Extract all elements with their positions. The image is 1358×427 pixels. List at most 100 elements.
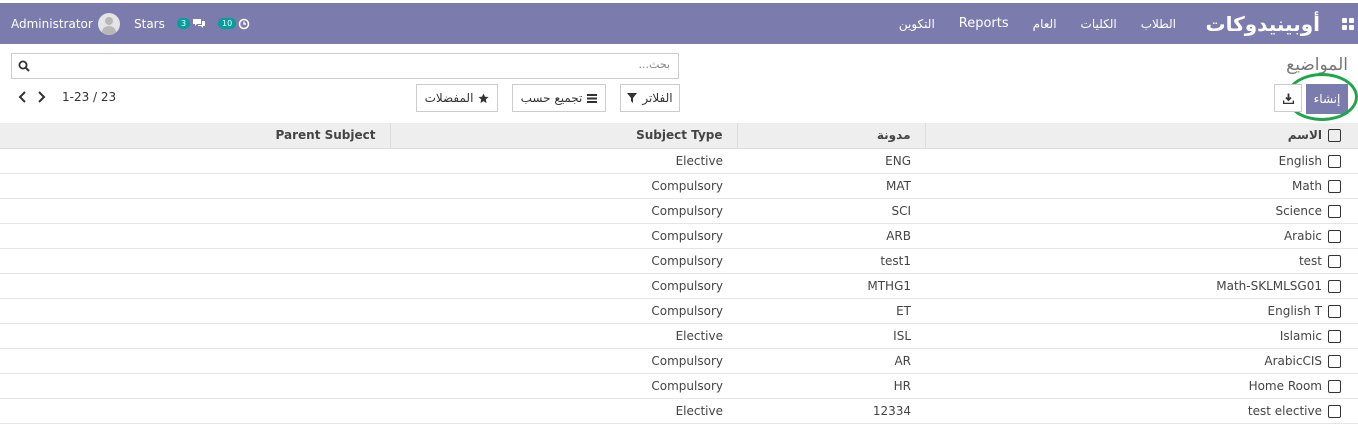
top-navbar: Administrator Stars 3 10 الطلاب الكليات …: [0, 3, 1358, 44]
select-all-checkbox[interactable]: [1328, 129, 1341, 143]
table-row[interactable]: Compulsory HR Home Room: [0, 373, 1358, 399]
row-select-cell[interactable]: [1328, 298, 1358, 324]
row-select-cell[interactable]: [1328, 148, 1358, 174]
messages-count-badge: 3: [177, 18, 191, 29]
row-checkbox[interactable]: [1328, 404, 1341, 418]
cell-code: AR: [737, 348, 925, 374]
filters-label: الفلاتر: [642, 91, 673, 105]
table-row[interactable]: Compulsory test1 test: [0, 248, 1358, 274]
pager-value[interactable]: 1-23 / 23: [62, 90, 116, 104]
group-by-button[interactable]: تجميع حسب: [512, 84, 606, 112]
cell-subject-type: Elective: [390, 398, 737, 424]
cell-code: ET: [737, 298, 925, 324]
row-select-cell[interactable]: [1328, 373, 1358, 399]
cell-name: Arabic: [925, 223, 1328, 249]
row-select-cell[interactable]: [1328, 323, 1358, 349]
row-checkbox[interactable]: [1328, 204, 1341, 218]
cell-parent-subject: [0, 323, 390, 349]
row-select-cell[interactable]: [1328, 348, 1358, 374]
chevron-right-icon[interactable]: [37, 91, 46, 103]
search-input[interactable]: [68, 57, 672, 72]
download-button[interactable]: [1274, 84, 1302, 112]
table-row[interactable]: Compulsory MAT Math: [0, 173, 1358, 199]
header-name[interactable]: الاسم: [924, 123, 1328, 149]
cell-code: SCI: [737, 198, 925, 224]
cell-name: English: [925, 148, 1328, 174]
cell-name: test elective: [925, 398, 1328, 424]
cell-subject-type: Compulsory: [390, 198, 737, 224]
cell-subject-type: Compulsory: [390, 373, 737, 399]
row-checkbox[interactable]: [1328, 154, 1341, 168]
table-row[interactable]: Elective ISL Islamic: [0, 323, 1358, 349]
row-select-cell[interactable]: [1328, 223, 1358, 249]
table-row[interactable]: Compulsory AR ArabicCIS: [0, 348, 1358, 374]
table-row[interactable]: Elective 12334 test elective: [0, 398, 1358, 424]
table-row[interactable]: Elective ENG English: [0, 148, 1358, 174]
row-checkbox[interactable]: [1328, 179, 1341, 193]
cell-parent-subject: [0, 273, 390, 299]
header-parent-subject[interactable]: Parent Subject: [0, 123, 390, 149]
menu-students[interactable]: الطلاب: [1141, 17, 1176, 31]
menu-configuration[interactable]: التكوين: [899, 17, 935, 31]
header-select-all[interactable]: [1328, 123, 1358, 149]
table-row[interactable]: Compulsory MTHG1 Math-SKLMLSG01: [0, 273, 1358, 299]
cell-subject-type: Compulsory: [390, 248, 737, 274]
cell-subject-type: Compulsory: [390, 348, 737, 374]
user-menu[interactable]: Administrator: [11, 3, 120, 44]
clock-icon: [238, 18, 250, 29]
row-checkbox[interactable]: [1328, 279, 1341, 293]
app-brand[interactable]: أوبينيدوكات: [1205, 3, 1320, 44]
row-select-cell[interactable]: [1328, 248, 1358, 274]
favorites-button[interactable]: المفضلات: [416, 84, 498, 112]
cell-parent-subject: [0, 248, 390, 274]
activity-menu[interactable]: 10: [218, 3, 250, 44]
menu-year[interactable]: العام: [1033, 17, 1057, 31]
activity-count-badge: 10: [218, 18, 237, 29]
row-checkbox[interactable]: [1328, 354, 1341, 368]
table-row[interactable]: Compulsory ET English T: [0, 298, 1358, 324]
row-checkbox[interactable]: [1328, 254, 1341, 268]
user-name: Administrator: [11, 16, 93, 31]
row-checkbox[interactable]: [1328, 229, 1341, 243]
menu-colleges[interactable]: الكليات: [1081, 17, 1117, 31]
cell-name: test: [925, 248, 1328, 274]
cell-name: Math: [925, 173, 1328, 199]
row-checkbox[interactable]: [1328, 304, 1341, 318]
cell-subject-type: Elective: [390, 148, 737, 174]
apps-grid-icon[interactable]: [1342, 18, 1354, 30]
table-header-row: Parent Subject Subject Type مدونة الاسم: [0, 123, 1358, 149]
table-row[interactable]: Compulsory SCI Science: [0, 198, 1358, 224]
row-select-cell[interactable]: [1328, 398, 1358, 424]
filters-button[interactable]: الفلاتر: [620, 84, 680, 112]
messages-menu[interactable]: 3: [177, 3, 206, 44]
company-switcher[interactable]: Stars: [134, 3, 165, 44]
subjects-table: Parent Subject Subject Type مدونة الاسم …: [0, 123, 1358, 424]
cell-code: test1: [737, 248, 925, 274]
list-icon: [587, 93, 598, 103]
row-select-cell[interactable]: [1328, 198, 1358, 224]
cell-subject-type: Compulsory: [390, 298, 737, 324]
cell-code: ARB: [737, 223, 925, 249]
table-row[interactable]: Compulsory ARB Arabic: [0, 223, 1358, 249]
cell-parent-subject: [0, 298, 390, 324]
search-icon[interactable]: [18, 60, 30, 72]
header-code[interactable]: مدونة: [736, 123, 925, 149]
chevron-left-icon[interactable]: [18, 91, 27, 103]
company-name: Stars: [134, 16, 165, 31]
download-icon: [1282, 93, 1294, 104]
cell-code: ISL: [737, 323, 925, 349]
cell-subject-type: Compulsory: [390, 273, 737, 299]
cell-parent-subject: [0, 223, 390, 249]
row-checkbox[interactable]: [1328, 329, 1341, 343]
cell-parent-subject: [0, 398, 390, 424]
cell-subject-type: Compulsory: [390, 223, 737, 249]
header-subject-type[interactable]: Subject Type: [389, 123, 737, 149]
cell-name: Math-SKLMLSG01: [925, 273, 1328, 299]
favorites-label: المفضلات: [424, 91, 474, 105]
page-title: المواضيع: [1286, 55, 1348, 75]
cell-parent-subject: [0, 373, 390, 399]
row-checkbox[interactable]: [1328, 379, 1341, 393]
row-select-cell[interactable]: [1328, 173, 1358, 199]
row-select-cell[interactable]: [1328, 273, 1358, 299]
menu-reports[interactable]: Reports: [959, 16, 1009, 31]
